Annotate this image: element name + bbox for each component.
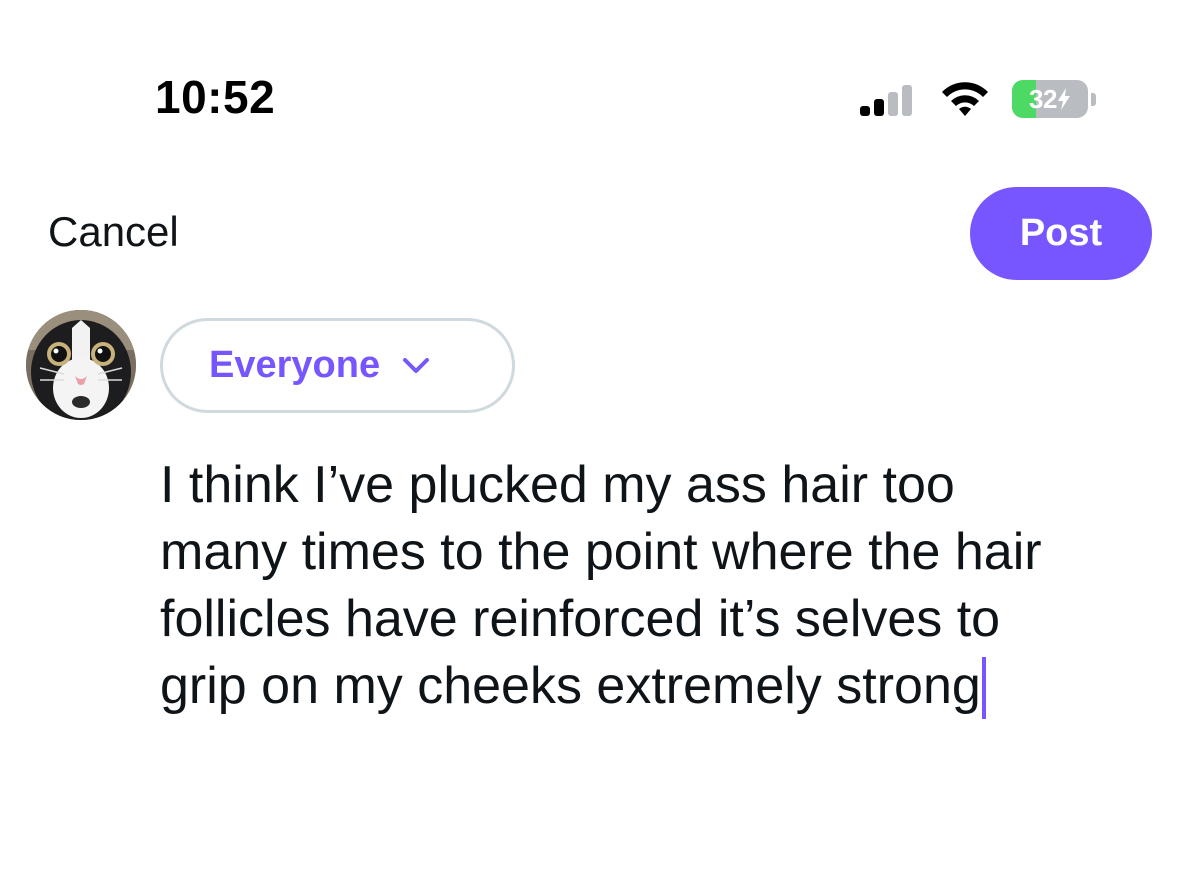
- battery-level: 32: [1029, 83, 1057, 114]
- compose-line: follicles have reinforced it’s selves to: [160, 590, 1001, 648]
- cancel-button[interactable]: Cancel: [48, 208, 179, 256]
- battery-charging-icon: 32: [1012, 80, 1088, 118]
- status-time: 10:52: [155, 71, 276, 123]
- cat-avatar-image: [26, 310, 136, 420]
- wifi-icon: [942, 82, 988, 116]
- chevron-down-icon: [403, 357, 430, 373]
- compose-text-area[interactable]: I think I’ve plucked my ass hair too man…: [160, 452, 1160, 720]
- signal-bar: [888, 92, 898, 116]
- signal-bar: [874, 99, 884, 116]
- compose-line: many times to the point where the hair: [160, 523, 1042, 581]
- battery-tip: [1091, 93, 1096, 106]
- cellular-signal-icon: [860, 82, 920, 116]
- compose-line: grip on my cheeks extremely strong: [160, 657, 981, 715]
- charging-bolt-icon: [1057, 88, 1070, 110]
- signal-bar: [902, 85, 912, 116]
- text-caret: [981, 657, 986, 719]
- audience-label: Everyone: [209, 344, 381, 386]
- post-button[interactable]: Post: [970, 187, 1152, 280]
- audience-selector[interactable]: Everyone: [160, 318, 515, 413]
- compose-post-screen: 10:52 32 Cancel Post Everyone I think I’…: [0, 0, 1200, 879]
- compose-line: I think I’ve plucked my ass hair too: [160, 456, 955, 514]
- signal-bar: [860, 106, 870, 116]
- avatar[interactable]: [26, 310, 136, 420]
